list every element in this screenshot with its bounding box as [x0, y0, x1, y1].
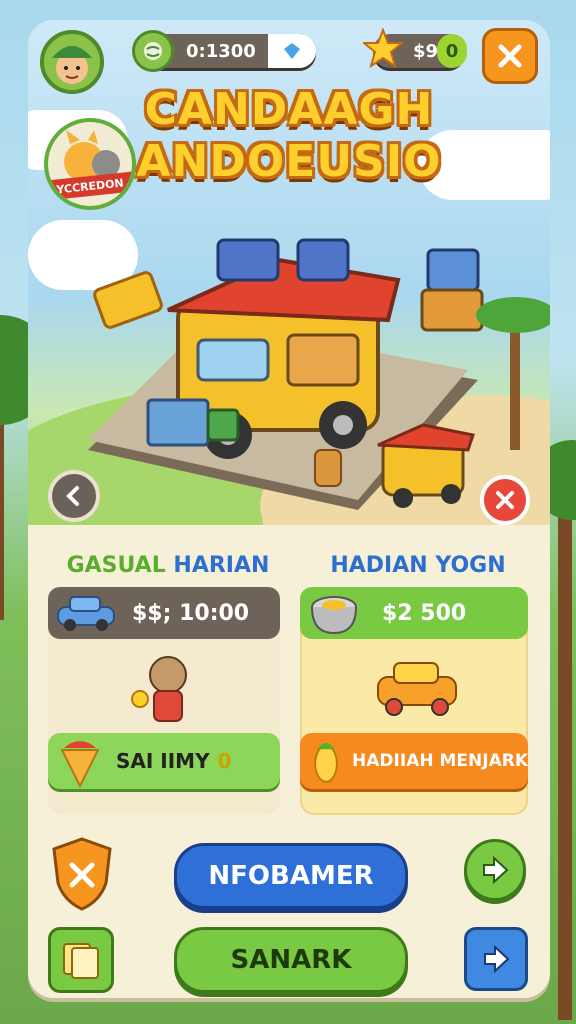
corn-icon — [314, 742, 338, 783]
cancel-button[interactable] — [480, 475, 530, 525]
star-badge: 0 — [437, 34, 467, 68]
rewards-section: GASUAL HARIAN HADIAN YOGN $$; 10:00 SAI … — [28, 525, 550, 998]
scene-background: CANDAAGH ANDOEUSIO YCCREDON 0:1300 $9 0 — [28, 20, 550, 591]
progress-value: 0:1300 — [186, 40, 256, 62]
car-icon — [57, 596, 115, 631]
star-count: $9 — [413, 40, 439, 62]
left-price: $$; 10:00 — [132, 600, 250, 626]
player-avatar[interactable] — [40, 30, 104, 94]
left-action-button[interactable]: SAI IIMY 0 — [48, 733, 280, 789]
left-reward-card: $$; 10:00 SAI IIMY 0 — [48, 587, 280, 815]
pot-icon — [311, 596, 357, 635]
left-column-title: GASUAL HARIAN — [66, 553, 270, 578]
close-button[interactable] — [482, 28, 538, 84]
car-reward-icon — [377, 662, 457, 716]
back-arrow-icon — [66, 486, 79, 506]
cards-button[interactable] — [48, 927, 114, 993]
left-action-label: SAI IIMY — [116, 749, 210, 773]
star-icon — [363, 28, 403, 68]
close-icon — [498, 44, 522, 68]
secondary-button[interactable]: SANARK — [174, 927, 408, 993]
star-pill: $9 0 — [363, 28, 467, 68]
shield-icon[interactable] — [50, 837, 114, 911]
barrel — [314, 449, 342, 487]
leaf-wrap-icon — [60, 741, 100, 788]
left-price-bar: $$; 10:00 — [48, 587, 280, 639]
next-button-blue[interactable] — [464, 927, 528, 991]
close-icon — [496, 491, 514, 509]
left-action-count: 0 — [217, 749, 232, 773]
cards-icon — [63, 943, 99, 979]
small-truck-scene — [377, 423, 475, 508]
diamond-icon[interactable] — [268, 34, 316, 68]
right-reward-card: $2 500 HADIIAH MENJARK — [300, 587, 528, 815]
palm-tree — [476, 297, 550, 450]
right-action-button[interactable]: HADIIAH MENJARK — [300, 733, 528, 789]
game-panel: CANDAAGH ANDOEUSIO YCCREDON 0:1300 $9 0 … — [28, 20, 550, 998]
right-action-label: HADIIAH MENJARK — [352, 751, 528, 771]
primary-button[interactable]: NFOBAMER — [174, 843, 408, 909]
avatar-icon — [52, 46, 92, 84]
globe-icon — [132, 30, 174, 72]
right-price-bar: $2 500 — [300, 587, 528, 639]
play-arrow-icon — [484, 944, 510, 974]
pet-badge[interactable]: YCCREDON — [44, 118, 136, 210]
tree-decoration-right — [548, 440, 576, 1020]
progress-pill: 0:1300 — [132, 30, 316, 72]
right-price: $2 500 — [382, 600, 467, 626]
right-column-title: HADIAN YOGN — [330, 553, 506, 578]
back-button[interactable] — [48, 470, 100, 522]
dog-character-icon — [131, 656, 187, 722]
play-arrow-icon — [483, 855, 509, 885]
next-button-green[interactable] — [464, 839, 526, 901]
